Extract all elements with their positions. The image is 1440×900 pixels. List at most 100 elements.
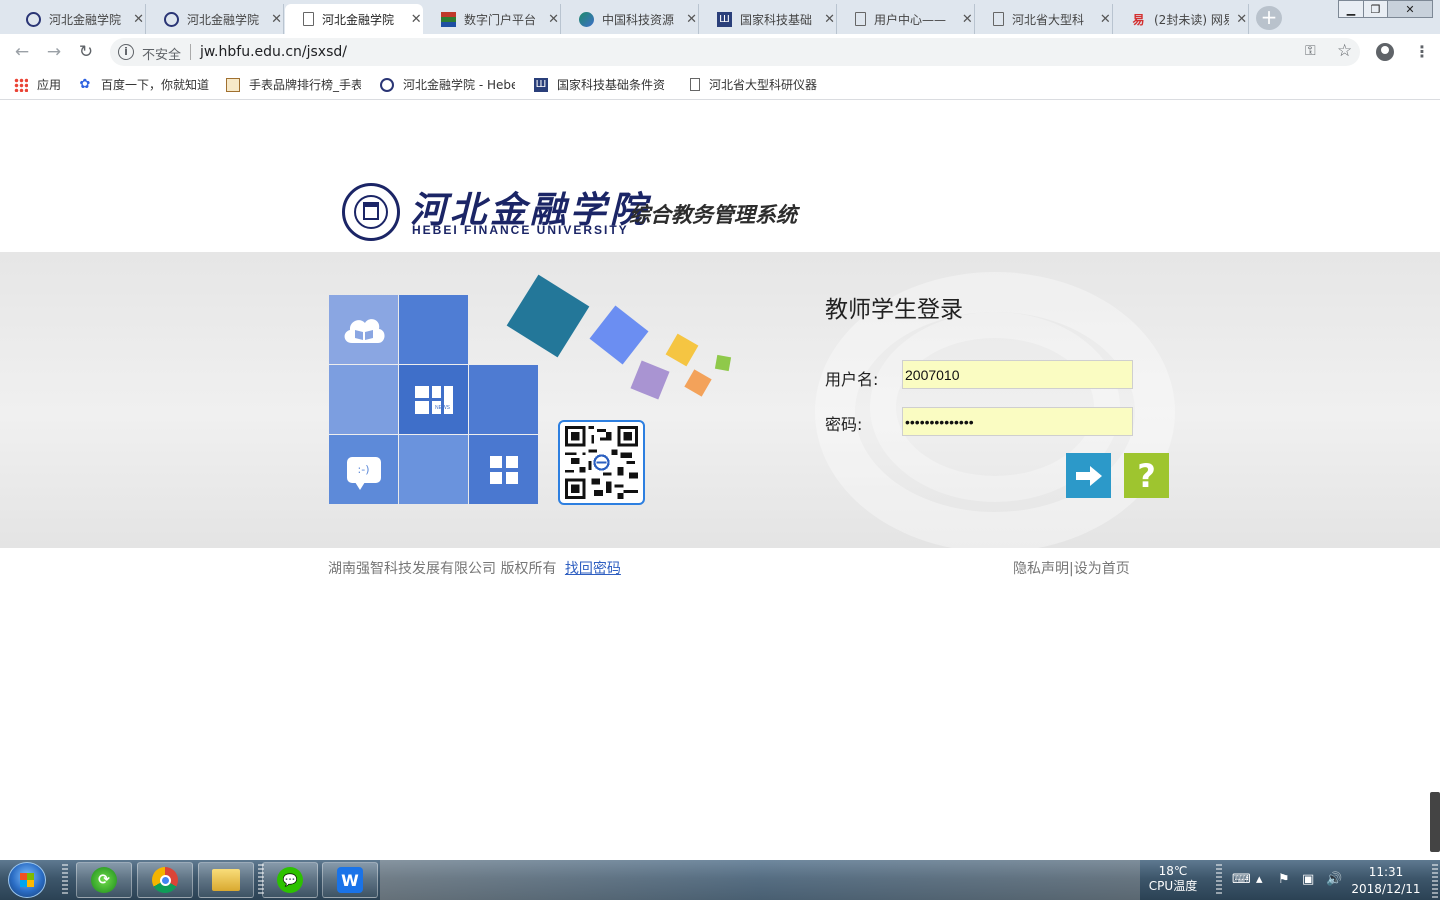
- copyright-text: 湖南强智科技发展有限公司 版权所有: [328, 561, 557, 577]
- bookmarks-bar: 应用 ✿ 百度一下，你就知道 手表品牌排行榜_手表 河北金融学院 - Hebe …: [0, 70, 1440, 100]
- apps-tile[interactable]: [469, 435, 538, 504]
- page-icon: [993, 12, 1004, 26]
- baidu-paw-icon: ✿: [79, 77, 91, 92]
- web-page: 河北金融学院 HEBEI FINANCE UNIVERSITY 综合教务管理系统…: [0, 101, 1440, 860]
- help-button[interactable]: ?: [1124, 453, 1169, 498]
- taskbar-app-wechat[interactable]: 💬: [262, 862, 318, 898]
- url-text[interactable]: jw.hbfu.edu.cn/jsxsd/: [200, 44, 347, 60]
- info-icon[interactable]: i: [118, 44, 134, 60]
- news-label: NEWS: [435, 405, 450, 411]
- tile: [399, 295, 468, 364]
- set-homepage-link[interactable]: 设为首页: [1074, 561, 1130, 577]
- clock-time: 11:31: [1368, 865, 1404, 879]
- privacy-link[interactable]: 隐私声明: [1013, 561, 1069, 577]
- footer-links: 隐私声明|设为首页: [1013, 558, 1130, 578]
- windows-logo-icon: [20, 873, 34, 887]
- decor-square: [714, 354, 732, 372]
- profile-avatar-icon[interactable]: [1376, 43, 1394, 61]
- back-arrow-icon[interactable]: ←: [12, 43, 32, 63]
- cloud-book-tile[interactable]: [329, 295, 398, 364]
- close-window-button[interactable]: ✕: [1387, 0, 1433, 18]
- cpu-temperature: 18℃ CPU温度: [1146, 864, 1200, 894]
- more-menu-icon[interactable]: ⋮: [1414, 42, 1430, 61]
- close-icon[interactable]: ✕: [1235, 12, 1248, 27]
- folder-icon: [212, 869, 240, 891]
- username-input[interactable]: [902, 360, 1133, 389]
- address-bar[interactable]: i 不安全 jw.hbfu.edu.cn/jsxsd/ ⚿ ☆: [110, 38, 1360, 66]
- bookmark-item[interactable]: Ш 国家科技基础条件资: [534, 76, 669, 93]
- start-button[interactable]: [8, 862, 46, 898]
- security-label: 不安全: [142, 48, 182, 63]
- bookmark-item[interactable]: 手表品牌排行榜_手表: [226, 76, 361, 93]
- username-label: 用户名:: [825, 370, 879, 389]
- grid-apps-icon: [489, 455, 518, 484]
- browser-tab[interactable]: 数字门户平台 ✕: [423, 4, 561, 34]
- bookmark-item[interactable]: 河北省大型科研仪器: [690, 76, 821, 93]
- page-icon: [690, 78, 700, 91]
- qr-code-icon: [565, 426, 638, 499]
- close-icon[interactable]: ✕: [270, 12, 283, 27]
- key-icon[interactable]: ⚿: [1305, 43, 1316, 59]
- new-tab-button[interactable]: +: [1256, 6, 1282, 30]
- minimize-window-button[interactable]: ▁: [1338, 0, 1364, 18]
- apps-grid-icon: [14, 77, 28, 92]
- taskbar-app-update[interactable]: ⟳: [76, 862, 132, 898]
- school-seal-favicon-icon: [164, 11, 179, 27]
- taskbar-app-explorer[interactable]: [198, 862, 254, 898]
- decor-square: [630, 360, 670, 400]
- close-icon[interactable]: ✕: [132, 12, 145, 27]
- reload-icon[interactable]: ↻: [76, 43, 96, 63]
- network-icon[interactable]: ▣: [1302, 872, 1314, 887]
- bookmark-item[interactable]: 河北金融学院 - Hebe: [380, 76, 515, 93]
- taskbar-app-wps[interactable]: W: [322, 862, 378, 898]
- nstr-favicon-icon: Ш: [534, 77, 548, 92]
- password-label: 密码:: [825, 415, 863, 434]
- close-icon[interactable]: ✕: [547, 12, 560, 27]
- action-center-flag-icon[interactable]: ⚑: [1278, 872, 1290, 887]
- bookmark-star-icon[interactable]: ☆: [1337, 41, 1352, 61]
- volume-icon[interactable]: 🔊: [1326, 872, 1342, 887]
- login-banner: NEWS :-) 教师学生登录 用户名: 2007010 密码: •••••••…: [0, 252, 1440, 548]
- forward-arrow-icon[interactable]: →: [44, 43, 64, 63]
- taskbar-app-chrome[interactable]: [137, 862, 193, 898]
- close-icon[interactable]: ✕: [823, 12, 836, 27]
- decor-square: [506, 274, 590, 358]
- wechat-icon: 💬: [277, 867, 303, 893]
- scrollbar[interactable]: [1430, 792, 1440, 852]
- bookmark-apps[interactable]: 应用: [14, 76, 61, 93]
- chat-tile[interactable]: :-): [329, 435, 398, 504]
- browser-tab[interactable]: 用户中心—— ✕: [837, 4, 975, 34]
- input-method-icon[interactable]: ⌨: [1232, 872, 1251, 887]
- recover-password-link[interactable]: 找回密码: [565, 561, 621, 577]
- school-seal-favicon-icon: [26, 11, 41, 27]
- close-icon[interactable]: ✕: [961, 12, 974, 27]
- browser-tab[interactable]: 河北省大型科 ✕: [975, 4, 1113, 34]
- update-icon: ⟳: [91, 867, 117, 893]
- system-clock[interactable]: 11:31 2018/12/11: [1346, 864, 1426, 898]
- mail-favicon-icon: 易: [1132, 12, 1145, 27]
- browser-tab[interactable]: Ш 国家科技基础 ✕: [699, 4, 837, 34]
- tray-expand-icon[interactable]: ▴: [1256, 872, 1263, 887]
- close-icon[interactable]: ✕: [685, 12, 698, 27]
- show-desktop-button[interactable]: [1432, 864, 1438, 898]
- resource-favicon-icon: [579, 11, 594, 27]
- maximize-window-button[interactable]: ❐: [1363, 0, 1388, 18]
- browser-tab[interactable]: 河北金融学院 ✕: [146, 4, 284, 34]
- close-icon[interactable]: ✕: [1099, 12, 1112, 27]
- close-icon[interactable]: ✕: [409, 12, 423, 27]
- news-tile[interactable]: NEWS: [399, 365, 468, 434]
- browser-tab[interactable]: 河北金融学院 ✕: [8, 4, 146, 34]
- cpu-label: CPU温度: [1148, 879, 1198, 893]
- chat-bubble-icon: :-): [346, 456, 381, 490]
- page-icon: [855, 12, 866, 26]
- chrome-icon: [152, 867, 178, 893]
- password-input[interactable]: [902, 407, 1133, 436]
- browser-tab[interactable]: 中国科技资源 ✕: [561, 4, 699, 34]
- login-title: 教师学生登录: [825, 297, 963, 323]
- taskbar-grip: [62, 864, 68, 896]
- login-submit-button[interactable]: [1066, 453, 1111, 498]
- browser-tab-active[interactable]: 河北金融学院 ✕: [285, 4, 423, 34]
- browser-tab[interactable]: 易 (2封未读) 网易 ✕: [1113, 4, 1249, 34]
- bookmark-item[interactable]: ✿ 百度一下，你就知道: [78, 76, 211, 93]
- tile: [329, 365, 398, 434]
